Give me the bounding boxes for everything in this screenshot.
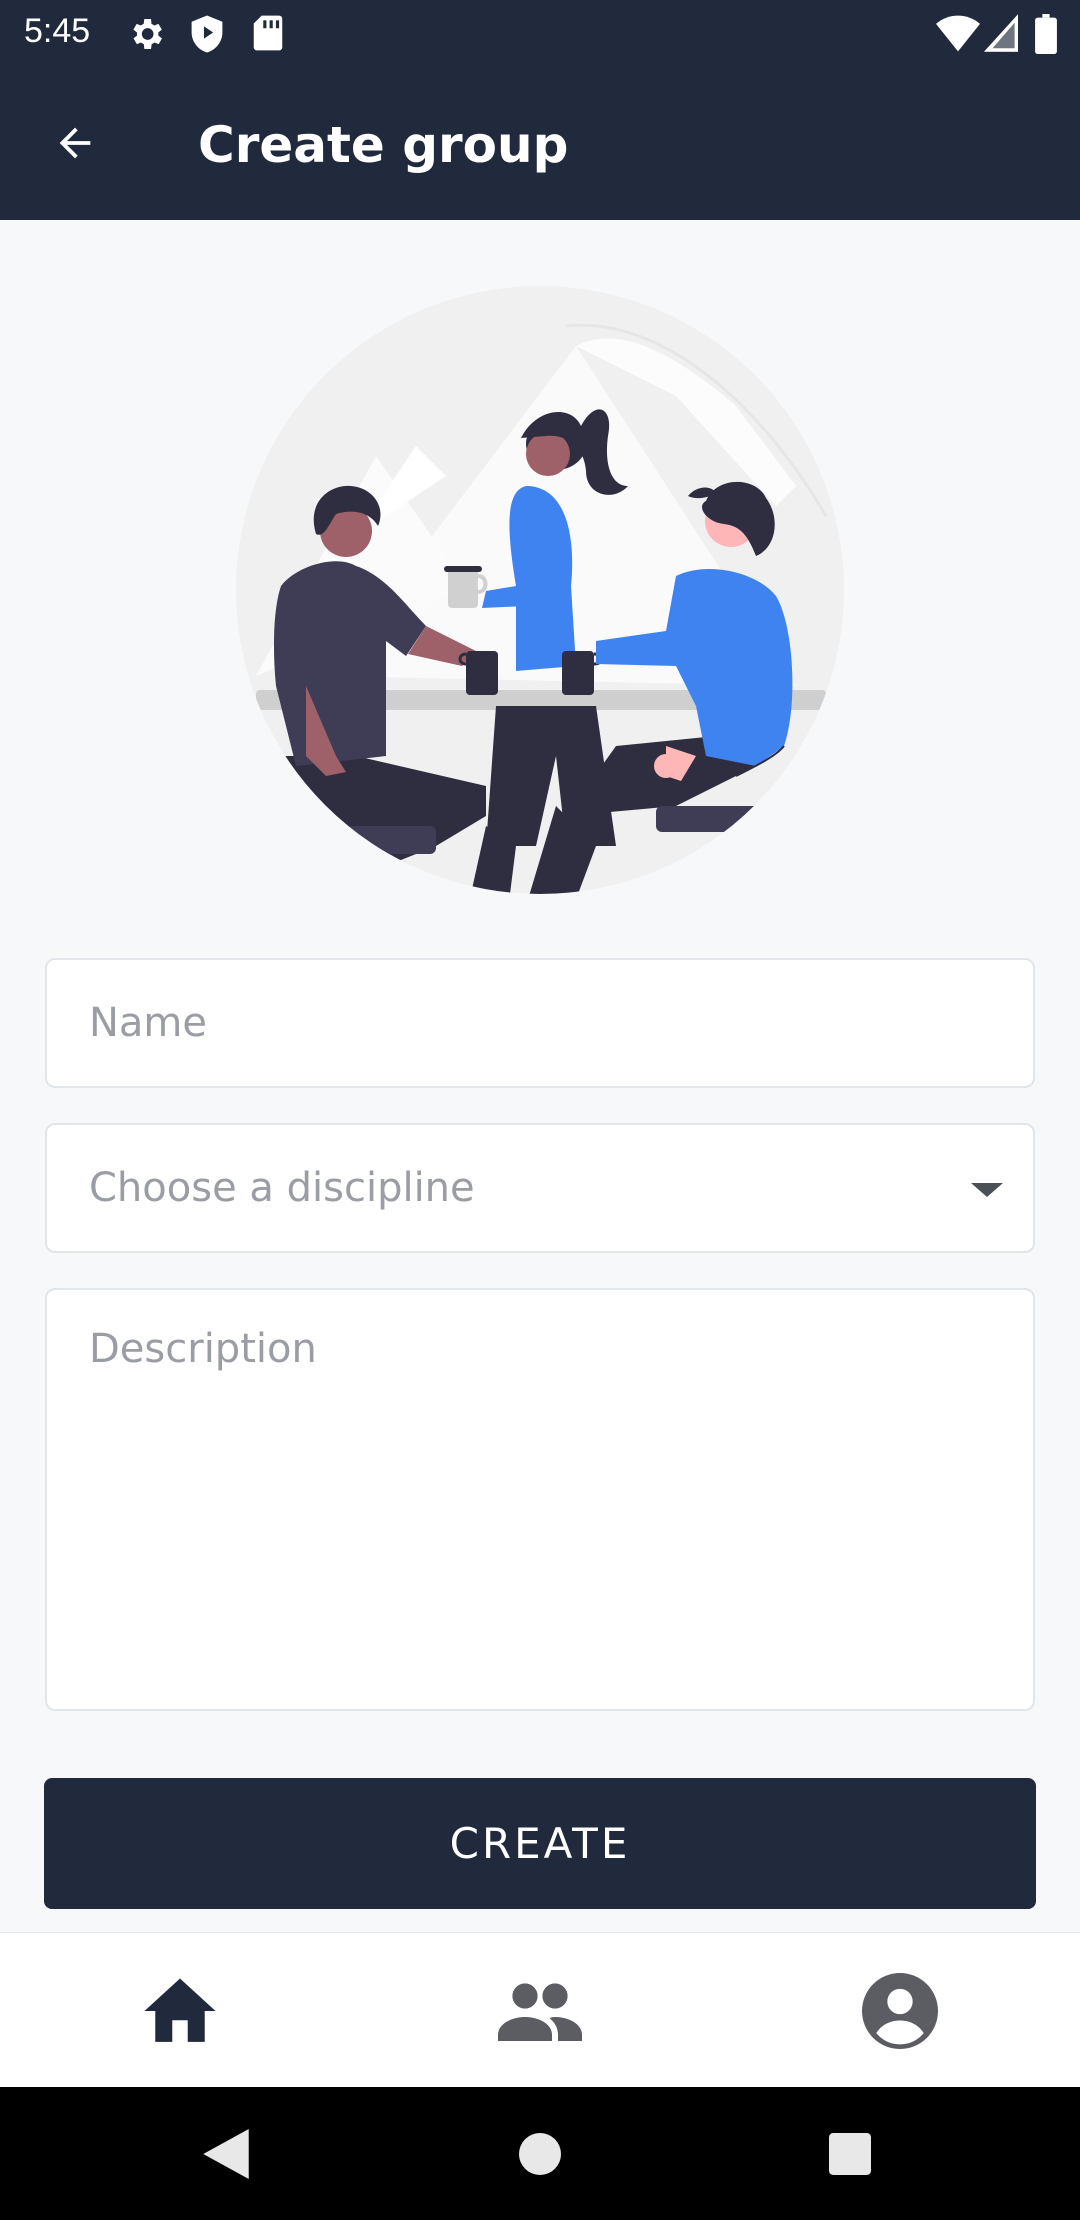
back-button[interactable] <box>30 106 120 180</box>
name-input[interactable]: Name <box>45 958 1035 1088</box>
nav-item-home[interactable] <box>0 1933 360 2088</box>
shield-play-icon <box>191 15 223 53</box>
wifi-icon <box>936 15 980 52</box>
home-circle-icon <box>519 2132 561 2175</box>
gear-icon <box>133 19 162 49</box>
account-icon <box>862 1972 938 2049</box>
home-icon <box>144 1978 216 2042</box>
page-title: Create group <box>198 116 569 174</box>
status-time: 5:45 <box>24 12 91 50</box>
bottom-nav <box>0 1932 1080 2087</box>
discipline-placeholder: Choose a discipline <box>89 1165 475 1211</box>
people-meeting-illustration <box>236 286 844 894</box>
back-triangle-icon <box>203 2128 249 2179</box>
description-textarea[interactable]: Description <box>45 1288 1035 1711</box>
chevron-down-icon <box>971 1183 1003 1197</box>
signal-icon <box>984 14 1018 52</box>
system-recents-button[interactable] <box>760 2087 940 2220</box>
app-bar: Create group <box>0 66 1080 220</box>
recents-square-icon <box>829 2132 871 2175</box>
name-placeholder: Name <box>89 1000 208 1046</box>
nav-item-account[interactable] <box>720 1933 1080 2088</box>
system-back-button[interactable] <box>136 2087 316 2220</box>
system-home-button[interactable] <box>450 2087 630 2220</box>
sd-card-icon <box>253 15 283 51</box>
nav-item-groups[interactable] <box>360 1933 720 2088</box>
create-button-label: CREATE <box>449 1819 631 1868</box>
group-icon <box>498 1982 582 2041</box>
battery-icon <box>1035 14 1057 54</box>
system-nav-bar <box>0 2087 1080 2220</box>
discipline-select[interactable]: Choose a discipline <box>45 1123 1035 1253</box>
description-placeholder: Description <box>89 1326 317 1372</box>
arrow-back-icon <box>59 127 91 159</box>
create-button[interactable]: CREATE <box>44 1778 1036 1909</box>
status-bar: 5:45 <box>0 0 1080 66</box>
